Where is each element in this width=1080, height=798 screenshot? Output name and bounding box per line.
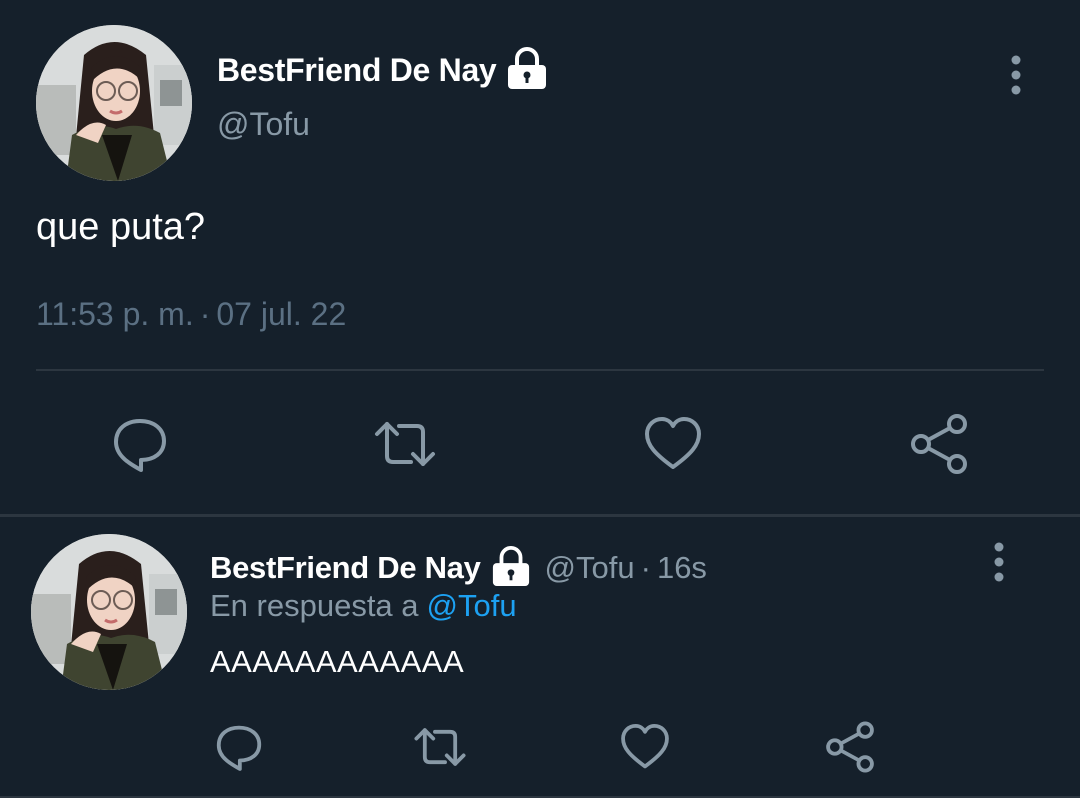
- reply-icon: [216, 725, 262, 771]
- timestamp-separator: ·: [199, 296, 211, 332]
- tweet-text: que puta?: [36, 206, 206, 248]
- heart-icon: [645, 417, 701, 469]
- reply-button[interactable]: [108, 412, 172, 476]
- retweet-icon: [375, 422, 435, 466]
- display-name[interactable]: BestFriend De Nay: [210, 550, 481, 586]
- retweet-button[interactable]: [373, 412, 437, 476]
- reply-prefix: En respuesta a: [210, 588, 419, 623]
- avatar[interactable]: [36, 25, 192, 181]
- more-options-icon[interactable]: [1004, 54, 1028, 96]
- tweet-timestamp[interactable]: 11:53 p. m. · 07 jul. 22: [36, 296, 346, 333]
- user-handle[interactable]: @Tofu: [217, 106, 310, 143]
- replying-to: En respuesta a @Tofu: [210, 588, 517, 624]
- reply-button[interactable]: [212, 720, 266, 774]
- like-button[interactable]: [641, 412, 705, 476]
- heart-icon: [621, 724, 669, 769]
- share-icon: [826, 721, 874, 773]
- avatar-photo: [36, 25, 192, 181]
- main-tweet: BestFriend De Nay @Tofu que puta? 11:53 …: [0, 0, 1080, 515]
- author-name-row: BestFriend De Nay: [217, 40, 548, 100]
- lock-icon: [506, 46, 548, 95]
- reply-meta: @Tofu · 16s: [545, 550, 707, 586]
- avatar[interactable]: [31, 534, 187, 690]
- tweet-text: AAAAAAAAAAAA: [210, 644, 465, 679]
- display-name[interactable]: BestFriend De Nay: [217, 52, 497, 89]
- retweet-icon: [414, 728, 466, 766]
- reply-icon: [114, 419, 166, 472]
- tweet-date: 07 jul. 22: [216, 296, 347, 332]
- lock-icon: [491, 545, 531, 592]
- avatar-photo: [31, 534, 187, 690]
- retweet-button[interactable]: [413, 720, 467, 774]
- share-button[interactable]: [823, 720, 877, 774]
- tweet-detail-screen: BestFriend De Nay @Tofu que puta? 11:53 …: [0, 0, 1080, 798]
- share-button[interactable]: [907, 412, 971, 476]
- tweet-separator: [0, 514, 1080, 517]
- mention-link[interactable]: @Tofu: [427, 588, 517, 623]
- tweet-time: 11:53 p. m.: [36, 296, 194, 332]
- divider: [36, 369, 1044, 371]
- relative-time[interactable]: 16s: [657, 550, 707, 585]
- user-handle[interactable]: @Tofu: [545, 550, 635, 585]
- meta-separator: ·: [640, 550, 651, 585]
- more-options-icon[interactable]: [987, 541, 1011, 583]
- share-icon: [911, 414, 967, 474]
- like-button[interactable]: [618, 720, 672, 774]
